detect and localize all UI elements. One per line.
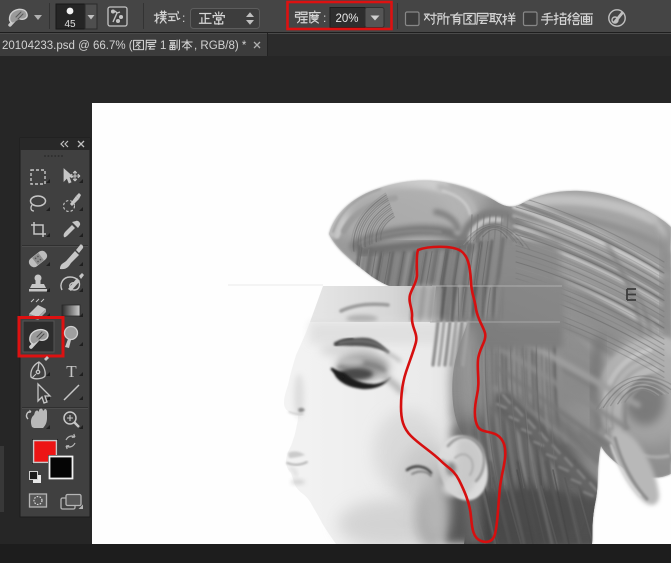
svg-text:20%: 20% bbox=[335, 13, 358, 25]
svg-text:T: T bbox=[66, 362, 77, 381]
svg-text:20104233.psd @ 66.7% (: 20104233.psd @ 66.7% ( bbox=[2, 40, 133, 52]
svg-text::: : bbox=[323, 11, 326, 25]
svg-text:45: 45 bbox=[64, 19, 76, 30]
svg-text:1: 1 bbox=[160, 40, 166, 52]
svg-text:, RGB/8) *: , RGB/8) * bbox=[194, 40, 247, 52]
svg-text::: : bbox=[182, 11, 185, 25]
